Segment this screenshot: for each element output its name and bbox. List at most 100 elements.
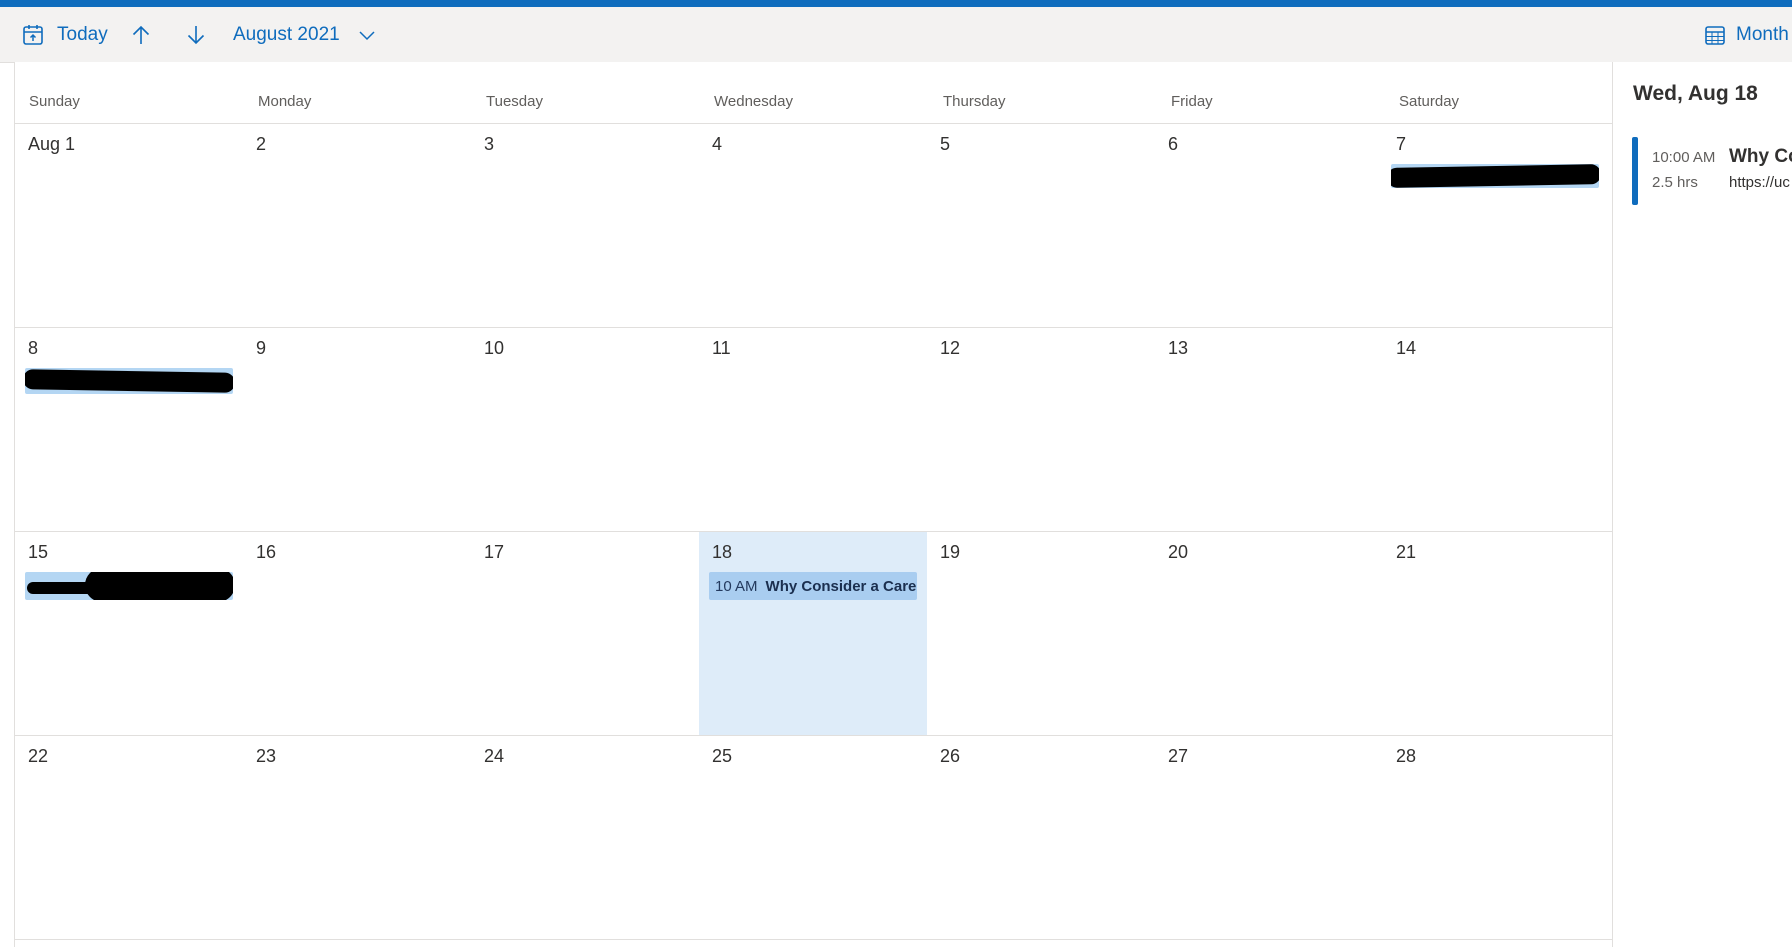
day-number: 17 xyxy=(484,542,505,562)
day-cell[interactable]: 28 xyxy=(1383,736,1613,939)
day-number: 22 xyxy=(28,746,49,766)
day-cell[interactable]: 14 xyxy=(1383,328,1613,531)
today-label: Today xyxy=(57,23,108,45)
event-color-bar xyxy=(1632,137,1638,205)
redacted-event[interactable] xyxy=(25,572,233,600)
day-number: 23 xyxy=(256,746,277,766)
day-cell-selected[interactable]: 18 10 AM Why Consider a Caree xyxy=(699,532,927,735)
event-title: Why Consider a Caree xyxy=(765,577,917,595)
day-cell[interactable]: 16 xyxy=(243,532,471,735)
week-row: 8 9 10 11 12 13 14 xyxy=(15,328,1613,532)
day-cell[interactable]: 23 xyxy=(243,736,471,939)
weekday-header-row: Sunday Monday Tuesday Wednesday Thursday… xyxy=(15,62,1613,124)
day-number: 6 xyxy=(1168,134,1179,154)
weekday-saturday: Saturday xyxy=(1399,93,1460,110)
redaction-mark xyxy=(27,582,147,594)
day-detail-panel: Wed, Aug 18 10:00 AM 2.5 hrs Why Co http… xyxy=(1612,62,1792,947)
weekday-thursday: Thursday xyxy=(943,93,1006,110)
day-cell[interactable]: 17 xyxy=(471,532,699,735)
weekday-wednesday: Wednesday xyxy=(714,93,793,110)
side-event-duration: 2.5 hrs xyxy=(1652,174,1698,191)
day-number: 16 xyxy=(256,542,277,562)
side-event-title: Why Co xyxy=(1729,146,1792,167)
day-number: 19 xyxy=(940,542,961,562)
day-number: 4 xyxy=(712,134,723,154)
calendar-month-icon xyxy=(1704,24,1726,46)
day-cell[interactable]: 2 xyxy=(243,124,471,327)
day-number: 28 xyxy=(1396,746,1417,766)
weekday-monday: Monday xyxy=(258,93,312,110)
previous-month-button[interactable] xyxy=(130,7,152,62)
today-button[interactable]: Today xyxy=(22,7,108,62)
side-event-time: 10:00 AM xyxy=(1652,149,1716,166)
view-switcher-button[interactable]: Month xyxy=(1704,7,1789,62)
redacted-event[interactable] xyxy=(25,368,233,394)
day-number: 10 xyxy=(484,338,505,358)
weekday-tuesday: Tuesday xyxy=(486,93,543,110)
event-time: 10 AM xyxy=(715,577,758,595)
day-number: 12 xyxy=(940,338,961,358)
side-panel-event[interactable]: 10:00 AM 2.5 hrs Why Co https://uc xyxy=(1632,137,1792,205)
week-row: Aug 1 2 3 4 5 6 7 xyxy=(15,124,1613,328)
day-number: 5 xyxy=(940,134,951,154)
day-number: 25 xyxy=(712,746,733,766)
week-row: 15 16 17 18 10 AM Why Consider a Caree 1… xyxy=(15,532,1613,736)
day-cell[interactable]: 21 xyxy=(1383,532,1613,735)
day-cell[interactable]: 20 xyxy=(1155,532,1383,735)
day-number: 26 xyxy=(940,746,961,766)
day-cell[interactable]: 4 xyxy=(699,124,927,327)
calendar-event[interactable]: 10 AM Why Consider a Caree xyxy=(709,572,917,600)
day-number: Aug 1 xyxy=(28,134,76,154)
day-cell[interactable]: 12 xyxy=(927,328,1155,531)
day-cell[interactable]: 22 xyxy=(15,736,243,939)
day-cell[interactable]: 11 xyxy=(699,328,927,531)
day-cell[interactable]: 26 xyxy=(927,736,1155,939)
day-cell[interactable]: 25 xyxy=(699,736,927,939)
day-number: 14 xyxy=(1396,338,1417,358)
day-number: 11 xyxy=(712,338,731,358)
arrow-up-icon xyxy=(130,24,152,46)
day-cell[interactable]: 13 xyxy=(1155,328,1383,531)
day-cell[interactable]: 7 xyxy=(1383,124,1613,327)
week-row: 22 23 24 25 26 27 28 xyxy=(15,736,1613,940)
redacted-event[interactable] xyxy=(1391,164,1599,188)
day-number: 27 xyxy=(1168,746,1189,766)
day-number: 20 xyxy=(1168,542,1189,562)
arrow-down-icon xyxy=(185,24,207,46)
day-cell[interactable]: 27 xyxy=(1155,736,1383,939)
chevron-down-icon xyxy=(358,26,376,44)
day-number: 2 xyxy=(256,134,267,154)
day-cell[interactable]: 19 xyxy=(927,532,1155,735)
day-cell[interactable]: 10 xyxy=(471,328,699,531)
month-year-label: August 2021 xyxy=(233,23,340,45)
calendar-today-icon xyxy=(22,24,44,46)
calendar-toolbar: Today August 2021 Month xyxy=(0,7,1792,63)
weekday-sunday: Sunday xyxy=(29,93,80,110)
redaction-mark xyxy=(1391,164,1599,188)
view-label: Month xyxy=(1736,23,1789,45)
next-month-button[interactable] xyxy=(185,7,207,62)
day-cell[interactable]: 3 xyxy=(471,124,699,327)
day-number: 9 xyxy=(256,338,267,358)
weekday-friday: Friday xyxy=(1171,93,1213,110)
day-number: 24 xyxy=(484,746,505,766)
day-cell[interactable]: 24 xyxy=(471,736,699,939)
month-picker-button[interactable]: August 2021 xyxy=(233,7,376,62)
day-cell[interactable]: Aug 1 xyxy=(15,124,243,327)
day-cell[interactable]: 6 xyxy=(1155,124,1383,327)
accent-top-bar xyxy=(0,0,1792,7)
day-number: 15 xyxy=(28,542,49,562)
day-cell[interactable]: 15 xyxy=(15,532,243,735)
day-cell[interactable]: 5 xyxy=(927,124,1155,327)
side-panel-date: Wed, Aug 18 xyxy=(1633,82,1758,105)
day-cell[interactable]: 9 xyxy=(243,328,471,531)
day-number: 8 xyxy=(28,338,39,358)
day-cell[interactable]: 8 xyxy=(15,328,243,531)
day-number: 13 xyxy=(1168,338,1189,358)
day-number: 18 xyxy=(712,542,733,562)
day-number: 21 xyxy=(1396,542,1417,562)
side-event-link[interactable]: https://uc xyxy=(1729,174,1790,191)
day-number: 7 xyxy=(1396,134,1407,154)
redaction-mark xyxy=(25,369,233,393)
day-number: 3 xyxy=(484,134,495,154)
